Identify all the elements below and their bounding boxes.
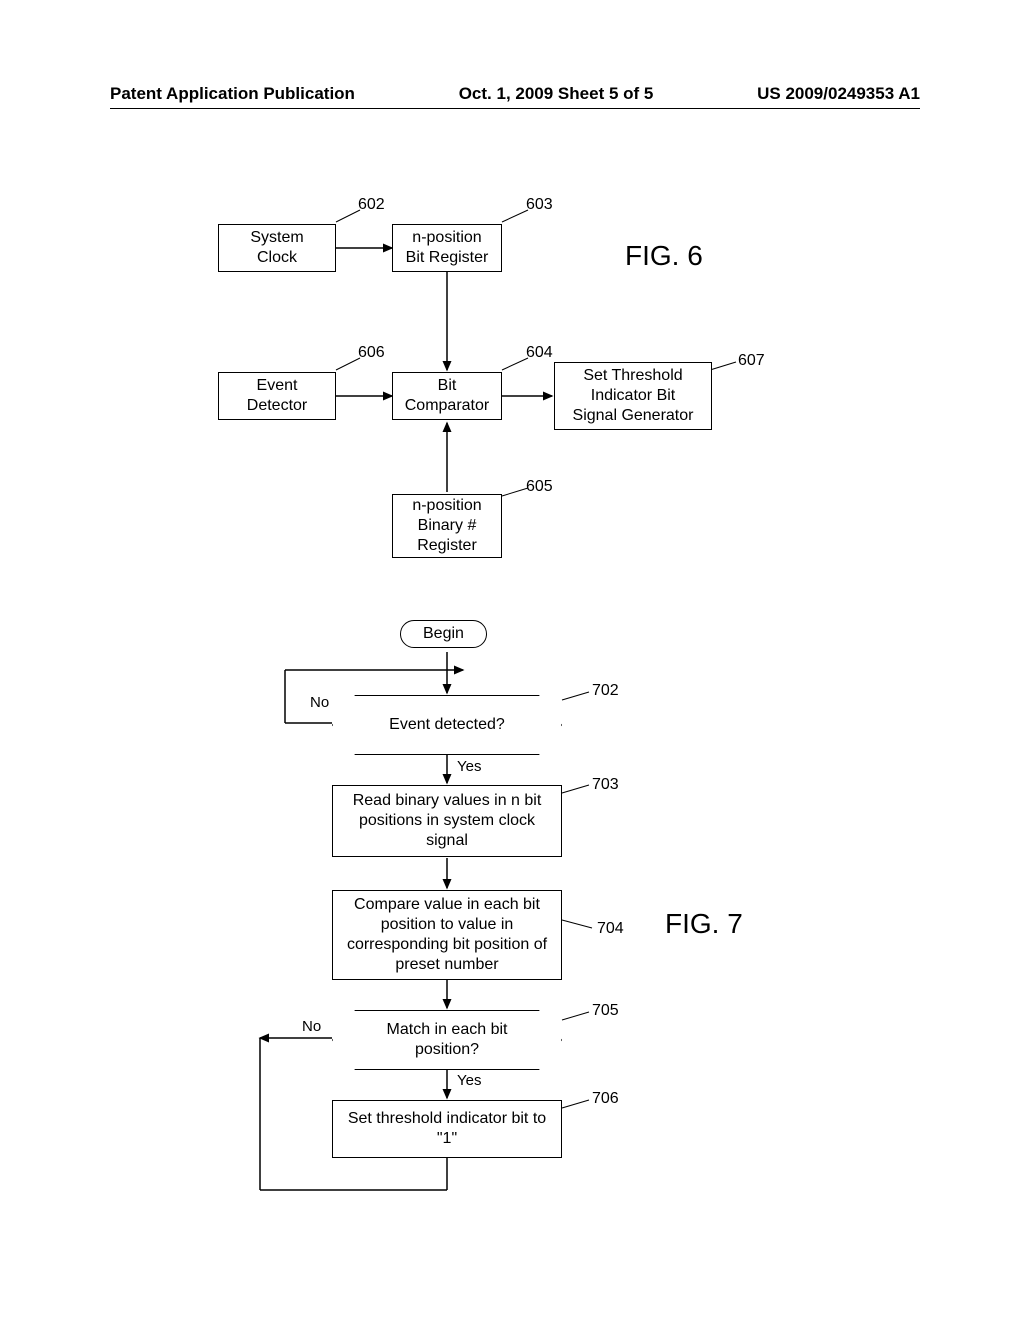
decision-705: Match in each bit position? [332, 1010, 562, 1070]
process-706: Set threshold indicator bit to "1" [332, 1100, 562, 1158]
label-no-702: No [310, 694, 329, 711]
ref-706: 706 [592, 1090, 619, 1108]
ref-702: 702 [592, 682, 619, 700]
ref-602: 602 [358, 196, 385, 214]
ref-603: 603 [526, 196, 553, 214]
box-npos-binary-register: n-positionBinary #Register [392, 494, 502, 558]
box-set-threshold: Set ThresholdIndicator BitSignal Generat… [554, 362, 712, 430]
decision-702: Event detected? [332, 695, 562, 755]
fig7-label: FIG. 7 [665, 908, 743, 940]
box-npos-bit-register: n-positionBit Register [392, 224, 502, 272]
diagram-container: SystemClock n-positionBit Register Event… [0, 0, 1024, 1320]
process-704: Compare value in each bit position to va… [332, 890, 562, 980]
label-no-705: No [302, 1018, 321, 1035]
terminal-begin: Begin [400, 620, 487, 648]
decision-705-text: Match in each bit position? [334, 1012, 560, 1068]
label-yes-705: Yes [457, 1072, 481, 1089]
process-703: Read binary values in n bit positions in… [332, 785, 562, 857]
ref-703: 703 [592, 776, 619, 794]
box-bit-comparator: BitComparator [392, 372, 502, 420]
fig6-label: FIG. 6 [625, 240, 703, 272]
ref-606: 606 [358, 344, 385, 362]
ref-604: 604 [526, 344, 553, 362]
ref-704: 704 [597, 920, 624, 938]
ref-607: 607 [738, 352, 765, 370]
label-yes-702: Yes [457, 758, 481, 775]
decision-702-text: Event detected? [334, 697, 560, 753]
ref-605: 605 [526, 478, 553, 496]
box-event-detector: EventDetector [218, 372, 336, 420]
box-system-clock: SystemClock [218, 224, 336, 272]
ref-705: 705 [592, 1002, 619, 1020]
